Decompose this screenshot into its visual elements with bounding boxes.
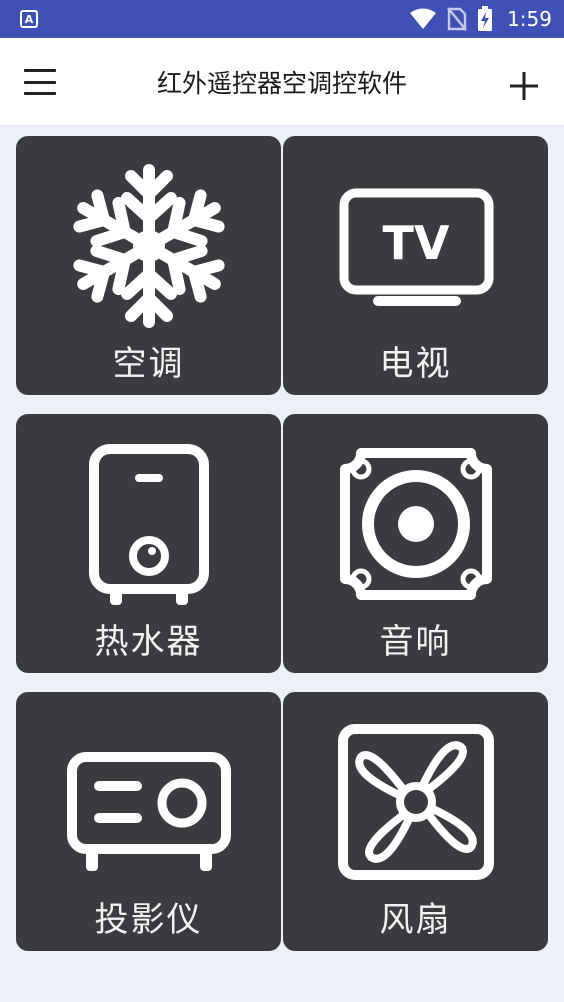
wifi-icon — [410, 8, 437, 29]
hamburger-line — [24, 80, 56, 84]
menu-button[interactable] — [22, 65, 58, 99]
projector-icon — [66, 752, 231, 871]
app-bar: 红外遥控器空调控软件 — [0, 38, 564, 126]
plus-icon — [510, 72, 538, 100]
tv-icon-text: TV — [382, 216, 449, 270]
tile-projector[interactable]: 投影仪 — [16, 692, 281, 951]
tile-label: 空调 — [112, 344, 185, 384]
tile-label: 电视 — [379, 344, 452, 384]
snowflake-icon — [72, 164, 225, 328]
tile-label: 风扇 — [379, 900, 452, 940]
speaker-icon — [339, 448, 492, 600]
tile-water-heater[interactable]: 热水器 — [16, 414, 281, 673]
battery-charging-icon — [478, 6, 493, 31]
page-title: 红外遥控器空调控软件 — [156, 69, 407, 98]
tile-label: 音响 — [379, 622, 452, 662]
tile-tv[interactable]: TV 电视 — [283, 136, 548, 395]
device-grid: 空调 TV 电视 热水器 音响 投影仪 风扇 — [16, 136, 548, 951]
hamburger-line — [24, 92, 56, 95]
status-bar: A 1:59 — [0, 0, 564, 38]
tile-label: 热水器 — [94, 622, 203, 662]
tv-icon: TV — [339, 188, 493, 306]
add-device-button[interactable] — [502, 64, 546, 108]
fan-icon — [337, 724, 494, 880]
tile-fan[interactable]: 风扇 — [283, 692, 548, 951]
hamburger-menu-icon — [24, 69, 56, 72]
tile-air-conditioner[interactable]: 空调 — [16, 136, 281, 395]
app-notification-icon: A — [20, 10, 38, 28]
clock: 1:59 — [507, 7, 552, 31]
tile-speaker[interactable]: 音响 — [283, 414, 548, 673]
no-sim-icon — [447, 7, 468, 31]
water-heater-icon — [88, 444, 209, 605]
tile-label: 投影仪 — [94, 900, 203, 940]
